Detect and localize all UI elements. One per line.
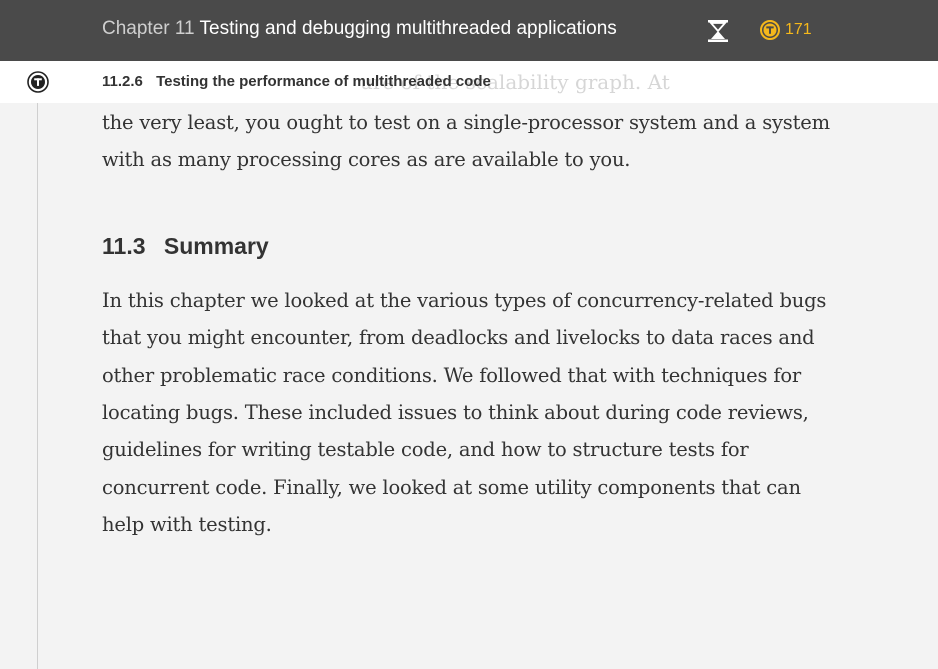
text-line: help with testing. [102, 513, 272, 537]
token-count: 171 [785, 21, 812, 38]
text-line: the very least, you ought to test on a s… [102, 111, 830, 134]
section-title: Testing the performance of multithreaded… [156, 73, 491, 90]
section-number: 11.2.6 [102, 73, 143, 90]
text-line: with as many processing cores as are ava… [102, 148, 631, 172]
reading-pane: the very least, you ought to test on a s… [102, 104, 862, 544]
chapter-title-text: Testing and debugging multithreaded appl… [199, 18, 617, 39]
hourglass-icon[interactable] [707, 19, 729, 43]
left-margin-rule [37, 103, 38, 669]
token-icon [760, 20, 780, 40]
chapter-number: Chapter 11 [102, 18, 195, 39]
chapter-title[interactable]: Chapter 11 Testing and debugging multith… [102, 18, 617, 40]
heading-number: 11.3 [102, 232, 146, 259]
text-line: guidelines for writing testable code, an… [102, 438, 749, 462]
section-bar: ure of the scalability graph. At 11.2.6 … [0, 61, 938, 103]
top-bar: Chapter 11 Testing and debugging multith… [0, 0, 938, 61]
text-line: In this chapter we looked at the various… [102, 288, 827, 312]
intro-paragraph: the very least, you ought to test on a s… [102, 104, 862, 179]
text-line: other problematic race conditions. We fo… [102, 363, 801, 387]
text-line: concurrent code. Finally, we looked at s… [102, 475, 801, 499]
toc-icon[interactable] [27, 71, 49, 93]
summary-paragraph: In this chapter we looked at the various… [102, 282, 862, 544]
token-badge[interactable]: 171 [760, 20, 812, 40]
section-breadcrumb[interactable]: 11.2.6 Testing the performance of multit… [102, 73, 491, 90]
heading-title: Summary [163, 232, 269, 259]
text-line: locating bugs. These included issues to … [102, 401, 809, 425]
section-heading: 11.3 Summary [102, 226, 862, 266]
text-line: that you might encounter, from deadlocks… [102, 326, 815, 350]
